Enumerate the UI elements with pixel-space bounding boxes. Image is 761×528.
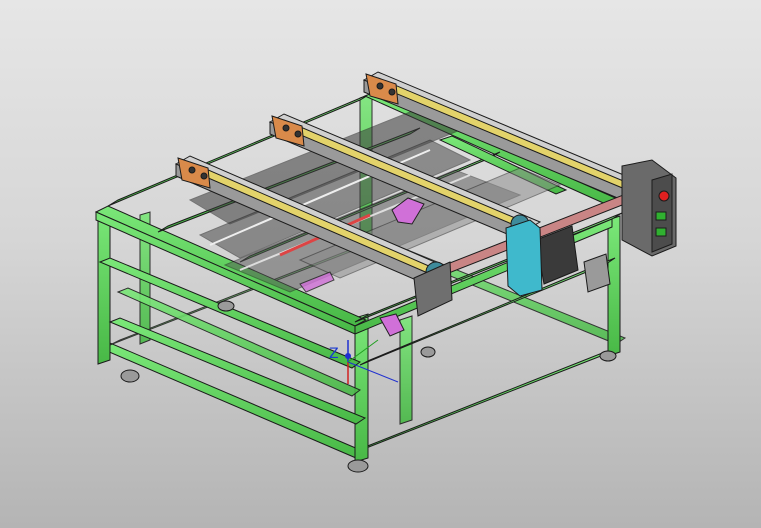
cad-viewport[interactable]: Z [0, 0, 761, 528]
z-axis-label: Z [329, 346, 339, 362]
control-box [621, 159, 677, 257]
assembly-model[interactable] [0, 0, 761, 528]
